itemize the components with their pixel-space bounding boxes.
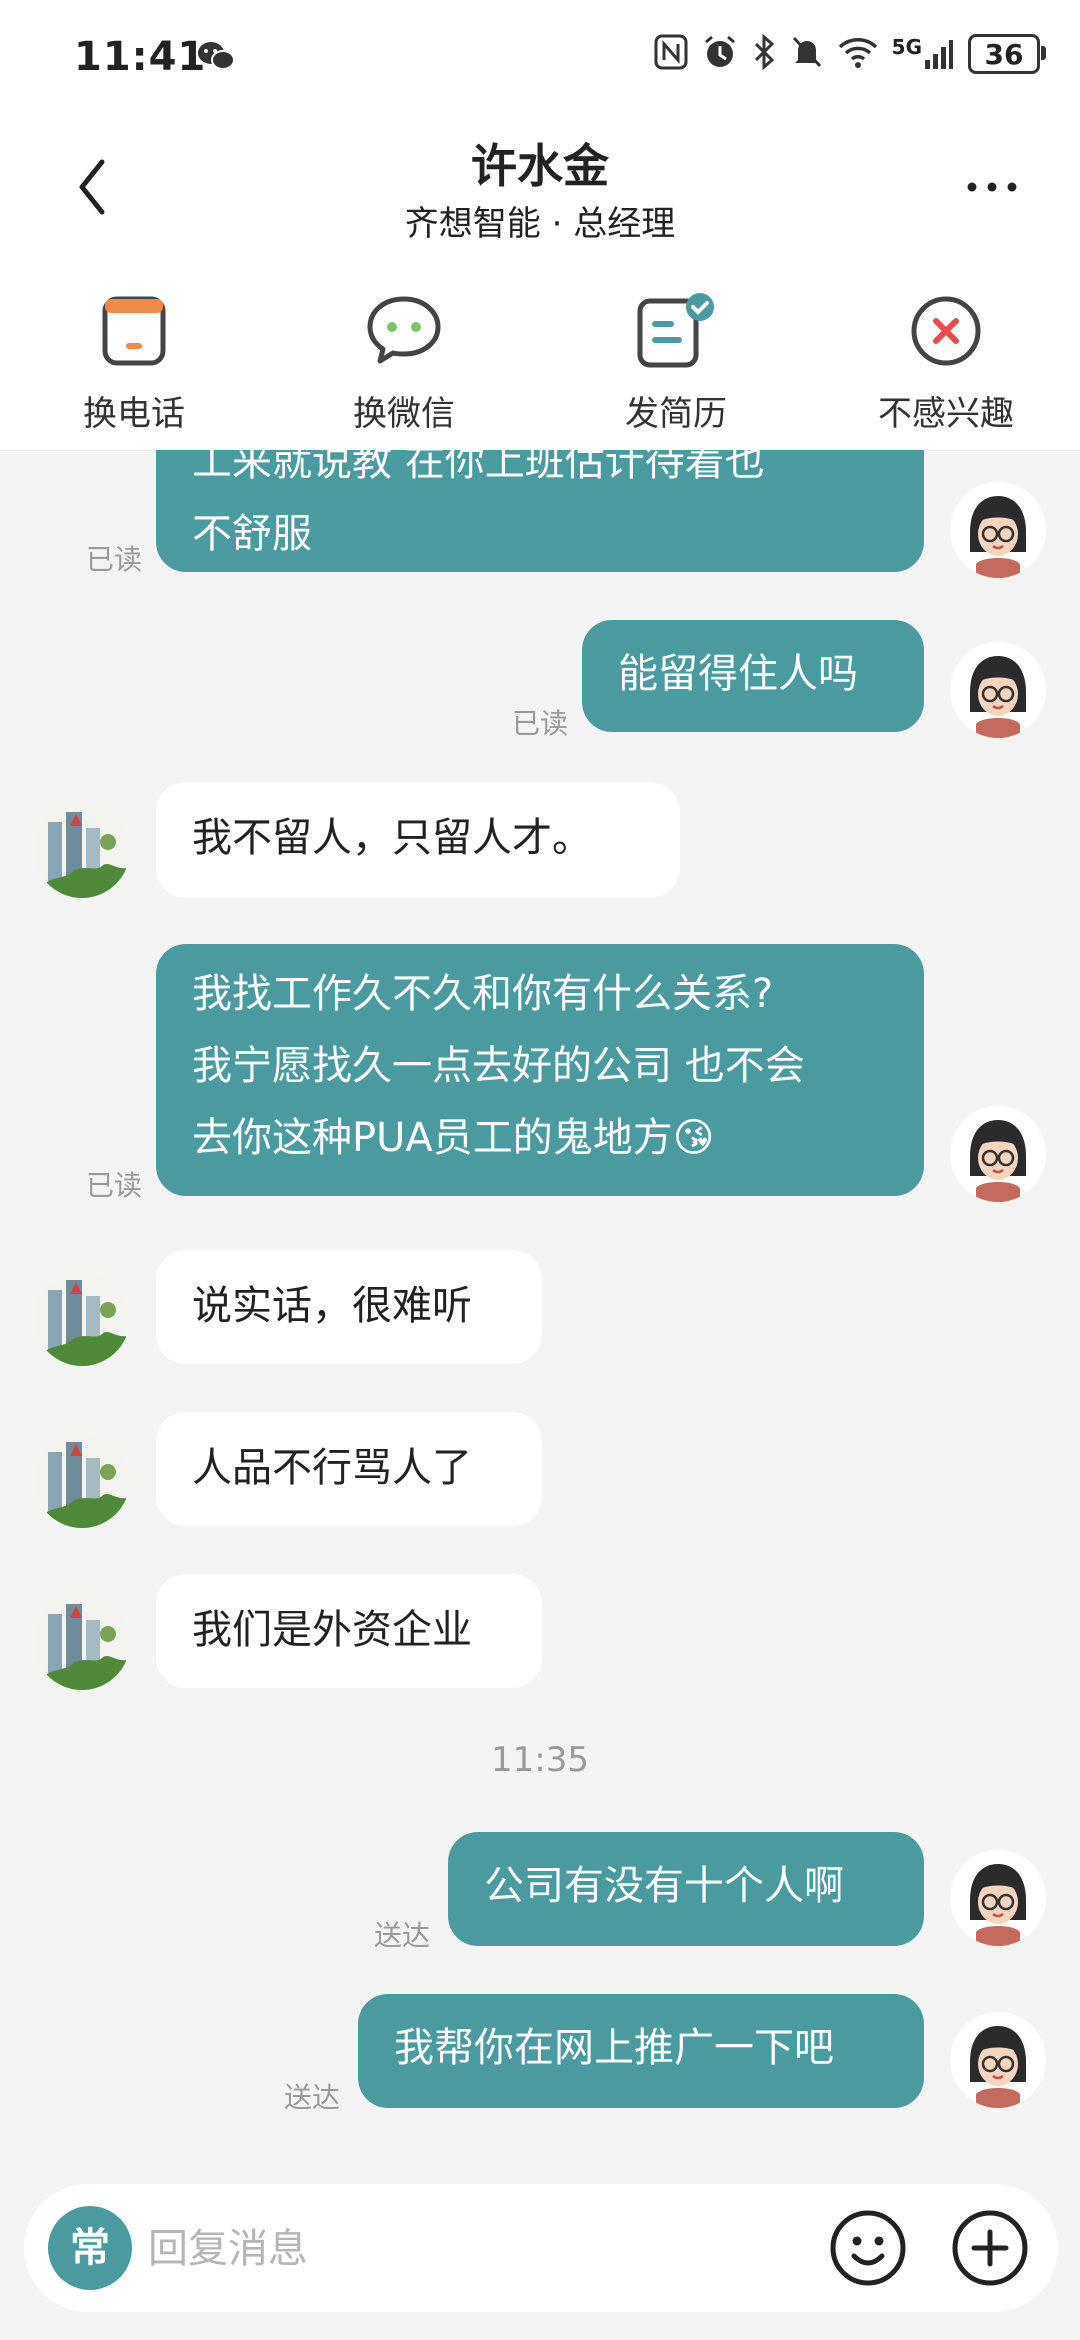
network-type: 5G xyxy=(891,35,922,59)
message-bubble-received[interactable]: 人品不行骂人了 xyxy=(156,1412,542,1526)
mute-bell-icon xyxy=(790,34,824,74)
plus-circle-icon xyxy=(952,2210,1028,2286)
contact-company-title: 齐想智能 · 总经理 xyxy=(404,204,676,244)
contact-avatar[interactable] xyxy=(34,1432,130,1528)
wechat-icon xyxy=(367,296,441,364)
message-bubble-received[interactable]: 我们是外资企业 xyxy=(156,1574,542,1688)
time-separator: 11:35 xyxy=(491,1740,589,1780)
contact-avatar[interactable] xyxy=(34,1270,130,1366)
more-options-button[interactable] xyxy=(950,2208,1030,2288)
action-label: 换电话 xyxy=(83,394,185,434)
my-avatar[interactable] xyxy=(950,482,1046,578)
input-bar: 常 xyxy=(0,2150,1080,2340)
building-photo-avatar xyxy=(34,1432,130,1528)
cellular-signal-icon: 5G xyxy=(891,35,954,70)
wifi-icon xyxy=(838,35,878,73)
chat-messages: 工来就说教 在你上班估计待着也 不舒服 已读 能留得住人吗 已读 我不留人，只留… xyxy=(0,450,1080,2150)
resume-icon xyxy=(637,293,714,368)
message-text: 我帮你在网上推广一下吧 xyxy=(394,2025,834,2071)
action-label: 不感兴趣 xyxy=(878,394,1014,434)
action-send-resume[interactable]: 发简历 xyxy=(566,286,786,435)
contact-avatar[interactable] xyxy=(34,1594,130,1690)
delivery-status: 送达 xyxy=(284,2081,341,2114)
quick-reply-button[interactable]: 常 xyxy=(48,2206,132,2290)
message-text: 说实话，很难听 xyxy=(192,1283,472,1329)
my-avatar[interactable] xyxy=(950,1850,1046,1946)
girl-avatar-icon xyxy=(950,1850,1046,1946)
battery-indicator: 36 xyxy=(968,34,1046,74)
smiley-icon xyxy=(830,2210,906,2286)
message-bubble-sent[interactable]: 公司有没有十个人啊 xyxy=(448,1832,924,1946)
action-label: 换微信 xyxy=(353,394,455,434)
message-bubble-received[interactable]: 我不留人，只留人才。 xyxy=(156,782,680,898)
message-text-line: 去你这种PUA员工的鬼地方 xyxy=(192,1115,673,1161)
status-icons: 5G 36 xyxy=(654,33,1046,74)
message-bubble-sent[interactable]: 我帮你在网上推广一下吧 xyxy=(358,1994,924,2108)
input-container: 常 xyxy=(24,2184,1058,2312)
message-text-line: 我找工作久不久和你有什么关系? xyxy=(192,971,774,1017)
my-avatar[interactable] xyxy=(950,2012,1046,2108)
girl-avatar-icon xyxy=(950,642,1046,738)
message-bubble-sent[interactable]: 能留得住人吗 xyxy=(582,620,924,732)
message-text: 公司有没有十个人啊 xyxy=(484,1863,844,1909)
not-interested-icon xyxy=(911,296,981,366)
building-photo-avatar xyxy=(34,1270,130,1366)
alarm-icon xyxy=(702,34,738,74)
read-status: 已读 xyxy=(86,1169,143,1202)
status-time: 11:41 xyxy=(74,34,207,80)
message-text: 我们是外资企业 xyxy=(192,1607,472,1653)
reply-input[interactable] xyxy=(146,2212,710,2286)
girl-avatar-icon xyxy=(950,482,1046,578)
message-bubble-received[interactable]: 说实话，很难听 xyxy=(156,1250,542,1364)
message-text: 工来就说教 在你上班估计待着也 xyxy=(192,450,765,485)
message-text: 我不留人，只留人才。 xyxy=(192,815,592,861)
message-text: 能留得住人吗 xyxy=(618,651,858,697)
contact-name: 许水金 xyxy=(471,139,609,193)
status-bar: 11:41 5G 36 xyxy=(0,0,1080,120)
action-bar: 换电话 换微信 发简历 不感兴趣 xyxy=(0,260,1080,451)
emoji-button[interactable] xyxy=(828,2208,908,2288)
nfc-icon xyxy=(654,34,688,74)
building-photo-avatar xyxy=(34,1594,130,1690)
wechat-notification-icon xyxy=(196,40,236,76)
message-text-line: 我宁愿找久一点去好的公司 也不会 xyxy=(192,1043,805,1089)
bluetooth-icon xyxy=(752,33,776,74)
girl-avatar-icon xyxy=(950,1106,1046,1202)
delivery-status: 送达 xyxy=(374,1919,431,1952)
chat-header: 许水金 齐想智能 · 总经理 xyxy=(0,120,1080,260)
message-text: 不舒服 xyxy=(192,511,312,557)
building-photo-avatar xyxy=(34,802,130,898)
my-avatar[interactable] xyxy=(950,642,1046,738)
my-avatar[interactable] xyxy=(950,1106,1046,1202)
read-status: 已读 xyxy=(512,707,569,740)
more-dots-icon xyxy=(967,182,1017,192)
action-exchange-wechat[interactable]: 换微信 xyxy=(294,286,514,435)
more-button[interactable] xyxy=(962,172,1022,202)
message-bubble-sent[interactable]: 工来就说教 在你上班估计待着也 不舒服 xyxy=(156,450,924,572)
action-label: 发简历 xyxy=(625,394,727,434)
contact-avatar[interactable] xyxy=(34,802,130,898)
action-not-interested[interactable]: 不感兴趣 xyxy=(836,286,1056,435)
emoji-face-icon: 😘 xyxy=(672,1115,715,1161)
girl-avatar-icon xyxy=(950,2012,1046,2108)
phone-card-icon xyxy=(102,296,166,366)
message-text: 人品不行骂人了 xyxy=(192,1445,472,1491)
read-status: 已读 xyxy=(86,543,143,576)
action-exchange-phone[interactable]: 换电话 xyxy=(24,286,244,435)
message-bubble-sent[interactable]: 我找工作久不久和你有什么关系? 我宁愿找久一点去好的公司 也不会 去你这种PUA… xyxy=(156,944,924,1196)
